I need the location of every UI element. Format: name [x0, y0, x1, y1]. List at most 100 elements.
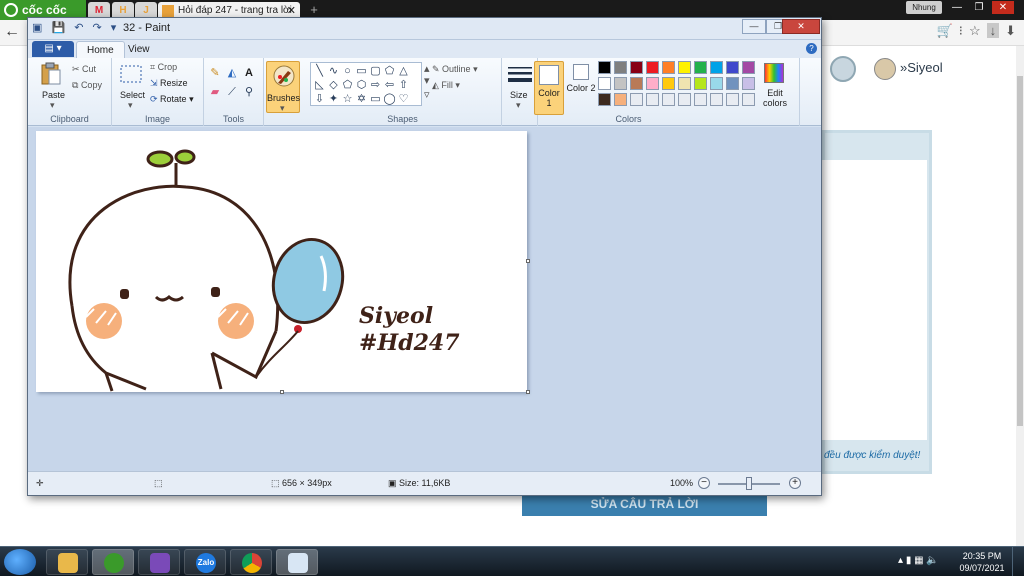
palette-color-swatch[interactable] [646, 93, 659, 106]
oval-callout-shape-icon[interactable]: ◯ [383, 93, 396, 105]
zoom-in-button[interactable]: + [789, 477, 801, 489]
palette-color-swatch[interactable] [614, 61, 627, 74]
taskbar-paint[interactable] [276, 549, 318, 575]
palette-color-swatch[interactable] [726, 61, 739, 74]
heart-shape-icon[interactable]: ♡ [397, 93, 410, 105]
palette-color-swatch[interactable] [598, 77, 611, 90]
taskbar-chrome[interactable] [230, 549, 272, 575]
right-triangle-shape-icon[interactable]: ◺ [313, 79, 326, 91]
system-tray[interactable]: ▴ ▮ ▦ 🔈 [898, 555, 939, 566]
browser-close-button[interactable]: ✕ [992, 1, 1014, 14]
signal-icon[interactable]: ▮ [906, 555, 912, 566]
palette-color-swatch[interactable] [614, 77, 627, 90]
start-button[interactable] [4, 549, 36, 575]
palette-color-swatch[interactable] [726, 93, 739, 106]
palette-color-swatch[interactable] [694, 61, 707, 74]
fill-bucket-icon[interactable]: ◭ [224, 65, 240, 81]
palette-color-swatch[interactable] [742, 61, 755, 74]
avatar[interactable] [830, 56, 856, 82]
clock[interactable]: 20:35 PM 09/07/2021 [958, 550, 1006, 574]
canvas-area[interactable]: Siyeol #Hd247 [28, 127, 821, 471]
drawing-canvas[interactable]: Siyeol #Hd247 [36, 131, 527, 392]
palette-color-swatch[interactable] [742, 77, 755, 90]
paint-close-button[interactable]: ✕ [782, 19, 820, 34]
oval-shape-icon[interactable]: ○ [341, 65, 354, 77]
chevron-up-icon[interactable]: ▴ [898, 555, 903, 566]
browser-maximize-button[interactable]: ❐ [968, 1, 990, 14]
expand-gallery-icon[interactable]: ▿ [424, 88, 430, 101]
paint-minimize-button[interactable]: — [742, 19, 766, 34]
palette-color-swatch[interactable] [614, 93, 627, 106]
eraser-icon[interactable]: ▰ [207, 84, 223, 100]
palette-color-swatch[interactable] [646, 77, 659, 90]
download-arrow-icon[interactable]: ⬇ [1005, 23, 1016, 38]
down-arrow-shape-icon[interactable]: ⇩ [313, 93, 326, 105]
taskbar-zalo[interactable]: Zalo [184, 549, 226, 575]
palette-color-swatch[interactable] [710, 61, 723, 74]
copy-button[interactable]: ⧉ Copy [72, 80, 102, 91]
resize-button[interactable]: ⇲ Resize [150, 78, 188, 89]
taskbar-explorer[interactable] [46, 549, 88, 575]
right-arrow-shape-icon[interactable]: ⇨ [369, 79, 382, 91]
user-avatar[interactable] [874, 58, 896, 80]
palette-color-swatch[interactable] [646, 61, 659, 74]
six-point-star-shape-icon[interactable]: ✡ [355, 93, 368, 105]
show-desktop-button[interactable] [1012, 547, 1024, 576]
palette-color-swatch[interactable] [726, 77, 739, 90]
palette-color-swatch[interactable] [598, 93, 611, 106]
palette-color-swatch[interactable] [598, 61, 611, 74]
fill-button[interactable]: ◭ Fill ▾ [432, 80, 460, 91]
callout-shape-icon[interactable]: ▭ [369, 93, 382, 105]
shapes-gallery[interactable]: ╲ ∿ ○ ▭ ▢ ⬠ △ ◺ ◇ ⬠ ⬡ ⇨ ⇦ ⇧ ⇩ ✦ ☆ ✡ ▭ ◯ [310, 62, 422, 106]
palette-color-swatch[interactable] [710, 93, 723, 106]
outline-button[interactable]: ✎ Outline ▾ [432, 64, 478, 75]
palette-color-swatch[interactable] [630, 61, 643, 74]
line-shape-icon[interactable]: ╲ [313, 65, 326, 77]
file-menu-button[interactable]: ▤ ▾ [32, 41, 74, 57]
new-tab-button[interactable]: + [306, 2, 322, 18]
color2-button[interactable]: Color 2 [566, 61, 596, 115]
palette-color-swatch[interactable] [630, 77, 643, 90]
palette-color-swatch[interactable] [742, 93, 755, 106]
browser-scrollbar[interactable] [1016, 46, 1024, 546]
palette-color-swatch[interactable] [678, 61, 691, 74]
left-arrow-shape-icon[interactable]: ⇦ [383, 79, 396, 91]
quick-access-toolbar[interactable]: ▣ 💾 ↶ ↷ ▾ [32, 21, 119, 34]
triangle-shape-icon[interactable]: △ [397, 65, 410, 77]
taskbar-coccoc[interactable] [92, 549, 134, 575]
zoom-slider-thumb[interactable] [746, 477, 752, 490]
browser-user-badge[interactable]: Nhung [906, 1, 942, 14]
five-point-star-shape-icon[interactable]: ☆ [341, 93, 354, 105]
palette-color-swatch[interactable] [678, 77, 691, 90]
color-picker-icon[interactable]: ⟋ [224, 84, 240, 100]
help-icon[interactable]: ? [806, 43, 817, 54]
palette-color-swatch[interactable] [662, 93, 675, 106]
pentagon-shape-icon[interactable]: ⬠ [341, 79, 354, 91]
rectangle-shape-icon[interactable]: ▭ [355, 65, 368, 77]
palette-color-swatch[interactable] [694, 77, 707, 90]
color1-button[interactable]: Color 1 [534, 61, 564, 115]
pencil-icon[interactable]: ✎ [207, 65, 223, 81]
up-arrow-shape-icon[interactable]: ⇧ [397, 79, 410, 91]
magnifier-icon[interactable]: ⚲ [241, 84, 257, 100]
network-icon[interactable]: ▦ [914, 555, 923, 566]
resize-handle-corner[interactable] [526, 390, 530, 394]
scrollbar-thumb[interactable] [1017, 76, 1023, 426]
star-icon[interactable]: ☆ [969, 23, 981, 38]
curve-shape-icon[interactable]: ∿ [327, 65, 340, 77]
chevron-down-icon[interactable]: ▾ [424, 74, 430, 87]
volume-icon[interactable]: 🔈 [926, 555, 938, 566]
palette-color-swatch[interactable] [630, 93, 643, 106]
cart-icon[interactable]: 🛒 [937, 23, 953, 38]
tab-view[interactable]: View [118, 41, 160, 58]
four-point-star-shape-icon[interactable]: ✦ [327, 93, 340, 105]
palette-color-swatch[interactable] [662, 61, 675, 74]
rotate-button[interactable]: ⟳ Rotate ▾ [150, 94, 194, 105]
brushes-button[interactable]: Brushes ▾ [266, 61, 300, 113]
polygon-shape-icon[interactable]: ⬠ [383, 65, 396, 77]
taskbar-game[interactable] [138, 549, 180, 575]
text-tool-icon[interactable]: A [241, 65, 257, 81]
back-arrow-icon[interactable]: ← [4, 23, 20, 41]
palette-color-swatch[interactable] [678, 93, 691, 106]
rounded-rectangle-shape-icon[interactable]: ▢ [369, 65, 382, 77]
